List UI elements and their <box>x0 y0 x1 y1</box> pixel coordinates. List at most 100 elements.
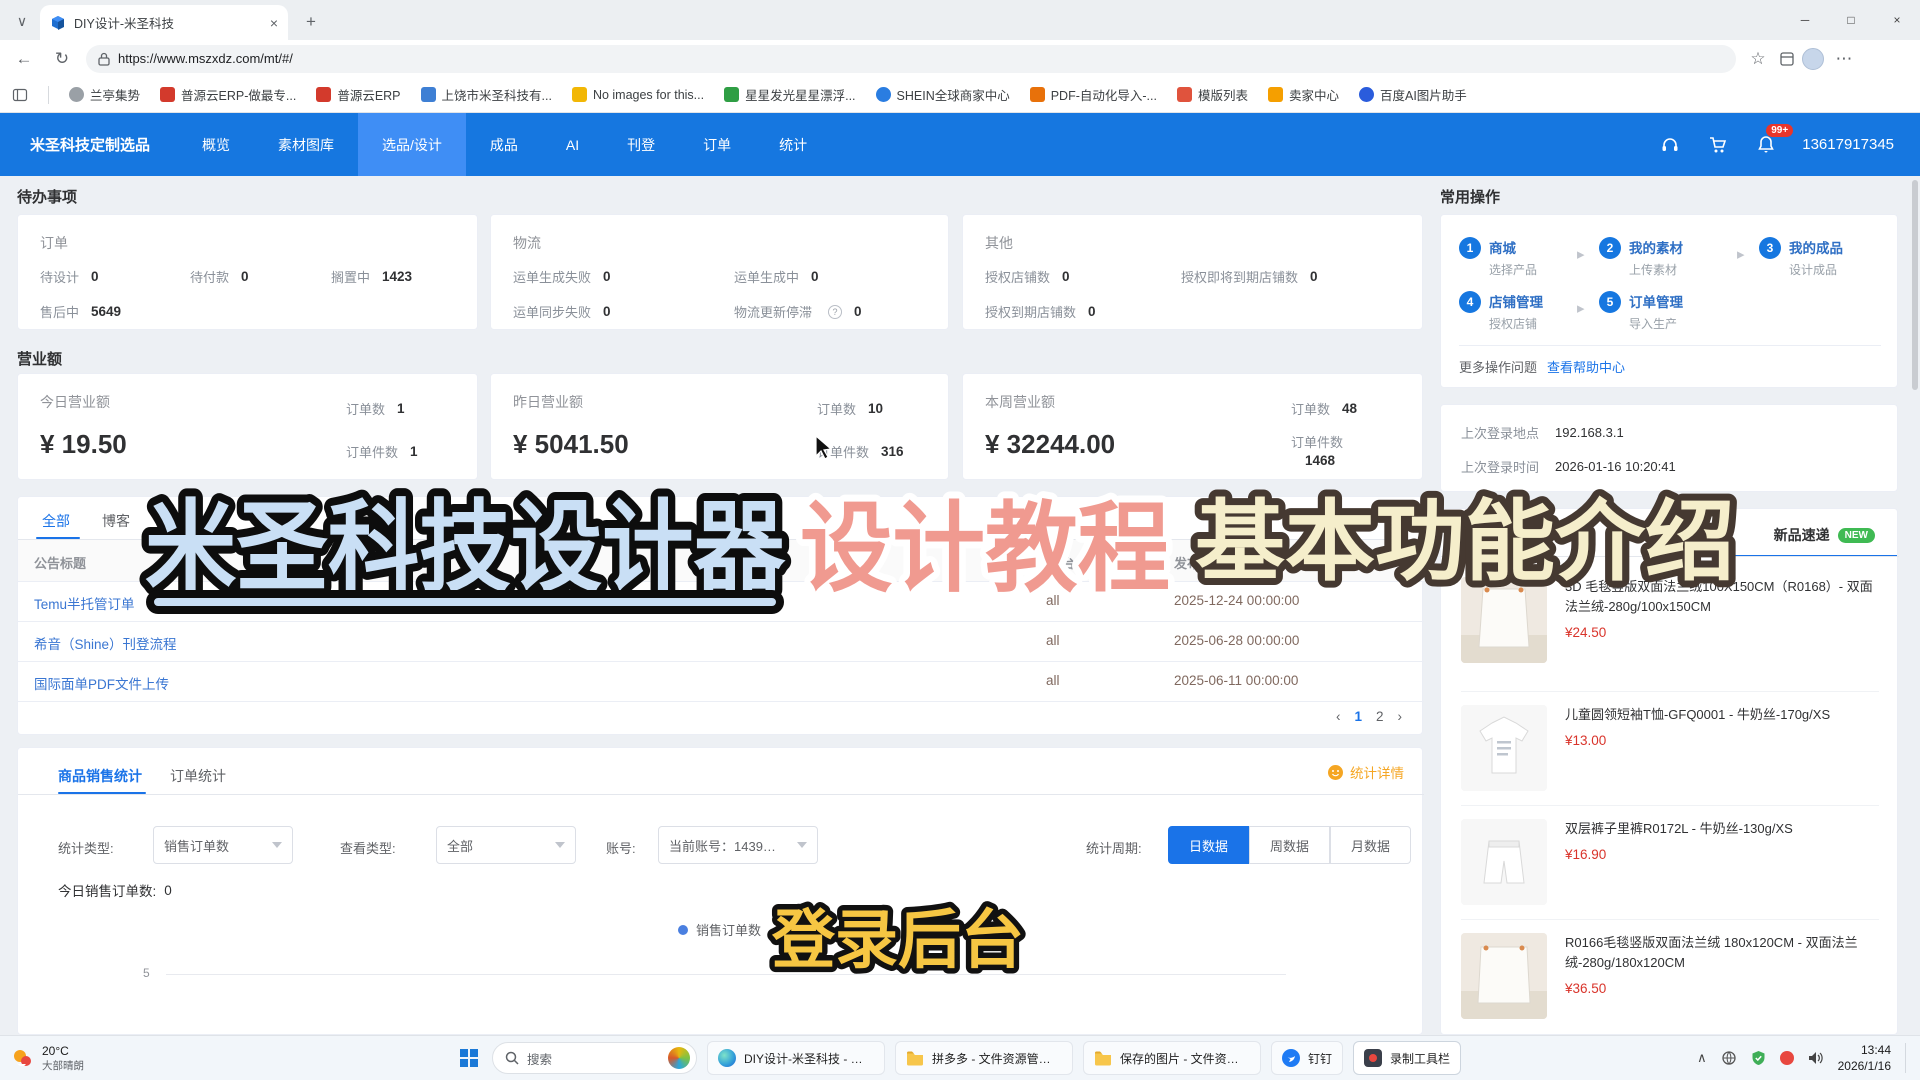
tab-all[interactable]: 全部 <box>42 511 70 531</box>
announcement-link[interactable]: 国际面单PDF文件上传 <box>34 673 169 693</box>
product-item[interactable]: R0166毛毯竖版双面法兰绒 180x120CM - 双面法兰绒-280g/18… <box>1461 933 1875 1019</box>
stat[interactable]: 售后中5649 <box>40 302 121 321</box>
browser-tab[interactable]: DIY设计-米圣科技 × <box>40 5 288 40</box>
nav-item-publish[interactable]: 刊登 <box>603 113 679 176</box>
maximize-icon[interactable]: □ <box>1828 0 1874 40</box>
tab-search-icon[interactable]: ∨ <box>8 8 36 34</box>
cart-icon[interactable] <box>1706 133 1730 157</box>
stat[interactable]: 搁置中1423 <box>331 267 412 286</box>
taskbar-app-edge[interactable]: DIY设计-米圣科技 - 用户 <box>707 1041 885 1075</box>
stat[interactable]: 运单生成中0 <box>734 267 819 286</box>
stat[interactable]: 运单同步失败0 <box>513 302 611 321</box>
account-select[interactable]: 当前账号：1439… <box>658 826 818 864</box>
tab-product-sales[interactable]: 商品销售统计 <box>58 766 142 786</box>
bookmark-item[interactable]: SHEIN全球商家中心 <box>876 85 1010 104</box>
bookmark-item[interactable]: 星星发光星星漂浮... <box>724 85 855 104</box>
stat[interactable]: 授权即将到期店铺数0 <box>1181 267 1318 286</box>
app-brand[interactable]: 米圣科技定制选品 <box>30 134 150 155</box>
close-icon[interactable]: × <box>1874 0 1920 40</box>
nav-item-finished[interactable]: 成品 <box>466 113 542 176</box>
stat[interactable]: 物流更新停滞?0 <box>734 302 862 321</box>
taskbar-clock[interactable]: 13:44 2026/1/16 <box>1838 1042 1891 1074</box>
step-finished[interactable]: 3 我的成品设计成品 <box>1759 237 1843 278</box>
support-headset-icon[interactable] <box>1658 133 1682 157</box>
help-center-link[interactable]: 查看帮助中心 <box>1547 357 1625 376</box>
bookmark-item[interactable]: 卖家中心 <box>1268 85 1339 104</box>
announcement-link[interactable]: 希音（Shine）刊登流程 <box>34 633 177 653</box>
refresh-icon[interactable]: ↻ <box>48 45 76 73</box>
prev-page-icon[interactable]: ‹ <box>1336 709 1341 724</box>
announcement-link[interactable]: Temu半托管订单 <box>34 593 135 613</box>
period-day[interactable]: 日数据 <box>1168 826 1249 864</box>
stat[interactable]: 授权到期店铺数0 <box>985 302 1096 321</box>
step-shops[interactable]: 4 店铺管理授权店铺 <box>1459 291 1543 332</box>
table-row[interactable]: 国际面单PDF文件上传 all 2025-06-11 00:00:00 <box>18 662 1424 702</box>
favorites-star-icon[interactable]: ☆ <box>1744 45 1772 73</box>
step-mall[interactable]: 1 商城选择产品 <box>1459 237 1537 278</box>
page-scrollbar[interactable] <box>1912 180 1918 1035</box>
tab-blog[interactable]: 博客 <box>102 511 130 531</box>
nav-item-orders[interactable]: 订单 <box>679 113 755 176</box>
nav-item-overview[interactable]: 概览 <box>178 113 254 176</box>
step-orders[interactable]: 5 订单管理导入生产 <box>1599 291 1683 332</box>
collections-icon[interactable] <box>1778 50 1796 68</box>
product-item[interactable]: 儿童圆领短袖T恤-GFQ0001 - 牛奶丝-170g/XS ¥13.00 <box>1461 705 1875 791</box>
more-menu-icon[interactable]: ⋯ <box>1830 45 1858 73</box>
period-week[interactable]: 周数据 <box>1249 826 1330 864</box>
taskbar-search[interactable]: 搜索 <box>492 1042 697 1074</box>
nav-item-material-library[interactable]: 素材图库 <box>254 113 358 176</box>
nav-item-ai[interactable]: AI <box>542 113 603 176</box>
show-desktop-divider[interactable] <box>1905 1043 1906 1073</box>
start-button[interactable] <box>460 1049 478 1067</box>
stat[interactable]: 运单生成失败0 <box>513 267 611 286</box>
bookmark-item[interactable]: PDF-自动化导入-... <box>1030 85 1157 104</box>
bookmark-item[interactable]: 模版列表 <box>1177 85 1248 104</box>
bookmark-item[interactable]: No images for this... <box>572 87 704 102</box>
url-text[interactable]: https://www.mszxdz.com/mt/#/ <box>118 51 293 66</box>
tray-expand-icon[interactable]: ∧ <box>1697 1050 1707 1066</box>
next-page-icon[interactable]: › <box>1398 709 1403 724</box>
taskbar-app-dingtalk[interactable]: 钉钉 <box>1271 1041 1343 1075</box>
stat[interactable]: 待付款0 <box>190 267 249 286</box>
minimize-icon[interactable]: ─ <box>1782 0 1828 40</box>
account-phone[interactable]: 13617917345 <box>1802 136 1894 153</box>
table-row[interactable]: 希音（Shine）刊登流程 all 2025-06-28 00:00:00 <box>18 622 1424 662</box>
sidebar-panel-icon[interactable] <box>12 87 28 103</box>
stats-details-link[interactable]: 统计详情 <box>1327 762 1404 782</box>
page-1[interactable]: 1 <box>1354 709 1362 724</box>
type-select[interactable]: 销售订单数 <box>153 826 293 864</box>
chart-legend[interactable]: 销售订单数 <box>678 920 761 939</box>
tab-close-icon[interactable]: × <box>270 15 278 31</box>
taskbar-app-recorder[interactable]: 录制工具栏 <box>1353 1041 1461 1075</box>
stat[interactable]: 待设计0 <box>40 267 99 286</box>
search-highlights-icon[interactable] <box>668 1047 690 1069</box>
volume-icon[interactable] <box>1808 1051 1824 1065</box>
bookmark-item[interactable]: 百度AI图片助手 <box>1359 85 1467 104</box>
page-2[interactable]: 2 <box>1376 709 1384 724</box>
tab-order-stats[interactable]: 订单统计 <box>170 766 226 786</box>
taskbar-weather[interactable]: 20°C 大部晴朗 <box>10 1044 160 1073</box>
stat[interactable]: 授权店铺数0 <box>985 267 1070 286</box>
product-item[interactable]: 3D 毛毯竖版双面法兰绒100X150CM（R0168）- 双面法兰绒-280g… <box>1461 577 1875 663</box>
taskbar-app-explorer-pdd[interactable]: 拼多多 - 文件资源管理器 <box>895 1041 1073 1075</box>
nav-item-design[interactable]: 选品/设计 <box>358 113 466 176</box>
bookmark-item[interactable]: 兰亭集势 <box>69 85 140 104</box>
new-tab-icon[interactable]: + <box>298 10 324 34</box>
step-materials[interactable]: 2 我的素材上传素材 <box>1599 237 1683 278</box>
bookmark-item[interactable]: 上饶市米圣科技有... <box>421 85 552 104</box>
help-icon[interactable]: ? <box>828 305 842 319</box>
product-item[interactable]: 双层裤子里裤R0172L - 牛奶丝-130g/XS ¥16.90 <box>1461 819 1875 905</box>
scrollbar-thumb[interactable] <box>1912 180 1918 390</box>
address-bar[interactable]: https://www.mszxdz.com/mt/#/ <box>86 45 1736 73</box>
nav-item-stats[interactable]: 统计 <box>755 113 831 176</box>
bookmark-item[interactable]: 普源云ERP <box>316 85 400 104</box>
view-select[interactable]: 全部 <box>436 826 576 864</box>
notifications-bell-icon[interactable]: 99+ <box>1754 133 1778 157</box>
taskbar-app-explorer-pictures[interactable]: 保存的图片 - 文件资源管理器 <box>1083 1041 1261 1075</box>
back-icon[interactable]: ← <box>10 45 38 73</box>
tray-app-icon[interactable] <box>1780 1051 1794 1065</box>
tray-shield-icon[interactable] <box>1751 1050 1766 1066</box>
tab-new-arrivals[interactable]: 新品速递 NEW <box>1774 525 1875 545</box>
table-row[interactable]: Temu半托管订单 all 2025-12-24 00:00:00 <box>18 582 1424 622</box>
bookmark-item[interactable]: 普源云ERP-做最专... <box>160 85 296 104</box>
